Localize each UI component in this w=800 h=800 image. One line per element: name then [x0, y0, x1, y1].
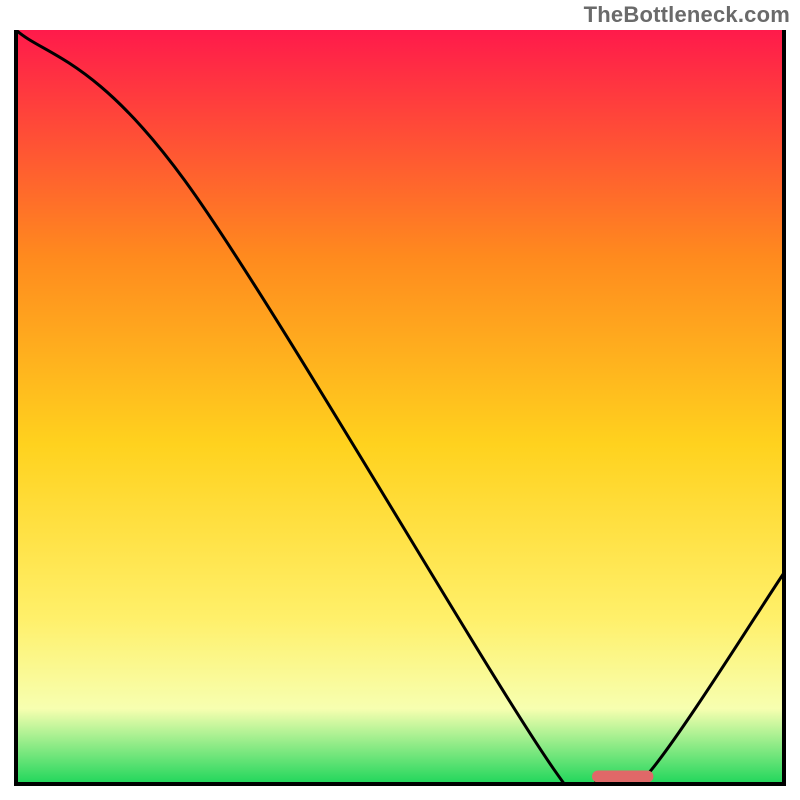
- watermark-label: TheBottleneck.com: [584, 2, 790, 28]
- chart-container: TheBottleneck.com: [0, 0, 800, 800]
- optimal-zone-marker: [592, 770, 653, 782]
- bottleneck-chart: [0, 0, 800, 800]
- gradient-background: [16, 30, 784, 784]
